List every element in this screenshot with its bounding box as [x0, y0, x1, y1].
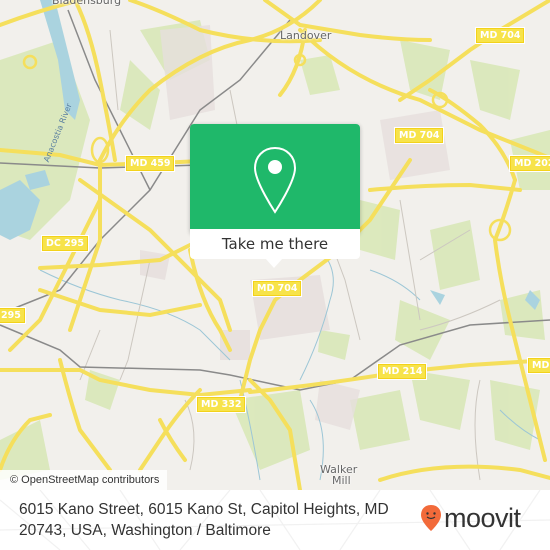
road-shield-md202: MD 202 [508, 155, 550, 172]
take-me-there-button[interactable]: Take me there [190, 229, 360, 259]
map-canvas[interactable]: Bladensburg Landover Walker Mill Anacost… [0, 0, 550, 490]
location-popup: Take me there [190, 124, 360, 268]
road-shield-md214: MD 214 [376, 363, 428, 380]
road-shield-md-right: MD [526, 357, 550, 374]
moovit-pin-icon [421, 505, 441, 531]
attribution-text: © OpenStreetMap contributors [10, 474, 160, 486]
road-shield-md459: MD 459 [124, 155, 176, 172]
place-label-bladensburg: Bladensburg [52, 0, 122, 7]
road-shield-md704-low: MD 704 [251, 280, 303, 297]
road-shield-i295: 295 [0, 307, 26, 324]
place-label-walker-mill-line2: Mill [332, 474, 351, 487]
moovit-wordmark: moovit [444, 503, 521, 533]
popup-header [190, 124, 360, 229]
road-shield-md332: MD 332 [195, 396, 247, 413]
address-text: 6015 Kano Street, 6015 Kano St, Capitol … [19, 501, 389, 539]
location-pin-icon [253, 146, 297, 214]
road-shield-md704-mid: MD 704 [393, 127, 445, 144]
moovit-logo[interactable]: moovit [420, 503, 521, 533]
place-label-landover: Landover [280, 29, 332, 42]
popup-pointer [265, 258, 283, 268]
road-shield-md704-top: MD 704 [474, 27, 526, 44]
map-attribution[interactable]: © OpenStreetMap contributors [0, 470, 168, 490]
road-shield-dc295: DC 295 [41, 235, 89, 252]
footer: 6015 Kano Street, 6015 Kano St, Capitol … [0, 490, 550, 550]
